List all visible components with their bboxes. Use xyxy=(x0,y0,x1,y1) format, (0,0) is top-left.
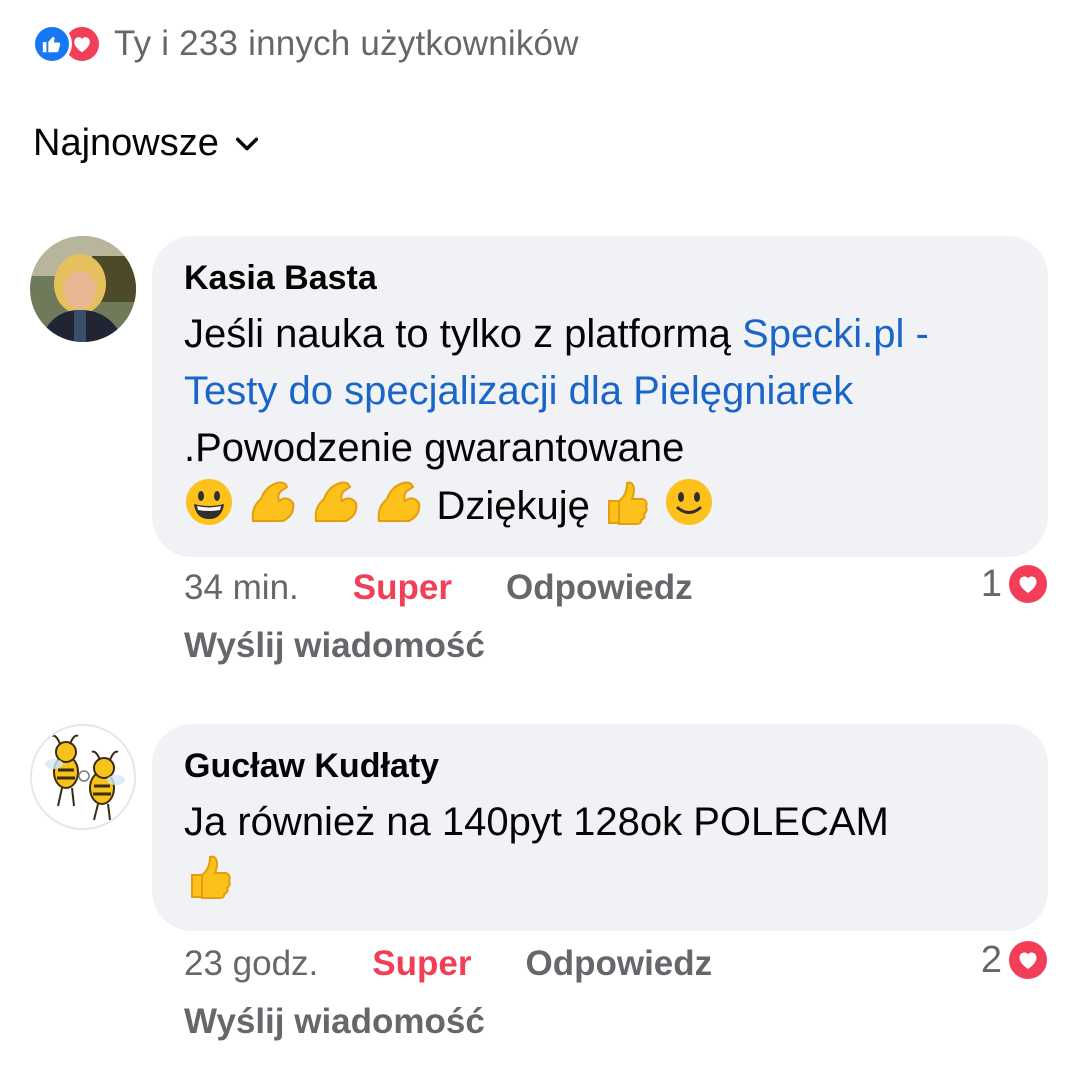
thumbs-up-emoji xyxy=(601,481,664,528)
reaction-button[interactable]: Super xyxy=(372,944,471,984)
reaction-button[interactable]: Super xyxy=(353,568,452,608)
reaction-count-number: 1 xyxy=(980,562,1002,605)
flexed-biceps-emoji xyxy=(247,481,310,528)
grinning-face-emoji xyxy=(184,479,247,528)
comment-reaction-count[interactable]: 2 xyxy=(981,938,1050,982)
reaction-icons xyxy=(32,24,102,64)
flexed-biceps-emoji xyxy=(310,481,373,528)
comment-bubble: Gucław Kudłaty Ja również na 140pyt 128o… xyxy=(152,724,1048,931)
avatar[interactable] xyxy=(30,236,136,342)
comment-text-part: Ja również na 140pyt 128ok POLECAM xyxy=(184,800,889,844)
comment-actions: 34 min. Super Odpowiedz xyxy=(184,568,693,608)
sort-label: Najnowsze xyxy=(33,122,219,164)
comment-bubble: Kasia Basta Jeśli nauka to tylko z platf… xyxy=(152,236,1048,557)
thumbs-up-emoji xyxy=(184,855,236,902)
avatar[interactable] xyxy=(30,724,136,830)
comment-text: Ja również na 140pyt 128ok POLECAM xyxy=(184,794,1020,909)
love-icon xyxy=(1006,938,1050,982)
love-icon xyxy=(1006,562,1050,606)
chevron-down-icon xyxy=(235,137,258,150)
comment-timestamp[interactable]: 23 godz. xyxy=(184,944,318,984)
comment-text-part: Jeśli nauka to tylko z platformą xyxy=(184,312,743,356)
comment-timestamp[interactable]: 34 min. xyxy=(184,568,299,608)
comment-actions: 23 godz. Super Odpowiedz xyxy=(184,944,712,984)
comment: Kasia Basta Jeśli nauka to tylko z platf… xyxy=(30,236,1050,676)
comment-text-part: Dziękuję xyxy=(436,484,602,528)
slightly-smiling-face-emoji xyxy=(664,479,716,528)
comment-author[interactable]: Kasia Basta xyxy=(184,256,1020,300)
reactions-summary[interactable]: Ty i 233 innych użytkowników xyxy=(32,22,579,66)
reaction-count-number: 2 xyxy=(980,938,1002,981)
sort-dropdown[interactable]: Najnowsze xyxy=(33,122,261,165)
comment-text: Jeśli nauka to tylko z platformą Specki.… xyxy=(184,306,1020,535)
reactions-count-text: Ty i 233 innych użytkowników xyxy=(114,24,579,63)
flexed-biceps-emoji xyxy=(373,481,436,528)
comment-reaction-count[interactable]: 1 xyxy=(981,562,1050,606)
like-icon xyxy=(32,24,72,64)
send-message-button[interactable]: Wyślij wiadomość xyxy=(184,1002,485,1042)
comment: Gucław Kudłaty Ja również na 140pyt 128o… xyxy=(30,724,1050,1054)
comment-text-part: .Powodzenie gwarantowane xyxy=(184,426,685,470)
reply-button[interactable]: Odpowiedz xyxy=(506,568,693,608)
comment-author[interactable]: Gucław Kudłaty xyxy=(184,744,1020,788)
reply-button[interactable]: Odpowiedz xyxy=(525,944,712,984)
send-message-button[interactable]: Wyślij wiadomość xyxy=(184,626,485,666)
